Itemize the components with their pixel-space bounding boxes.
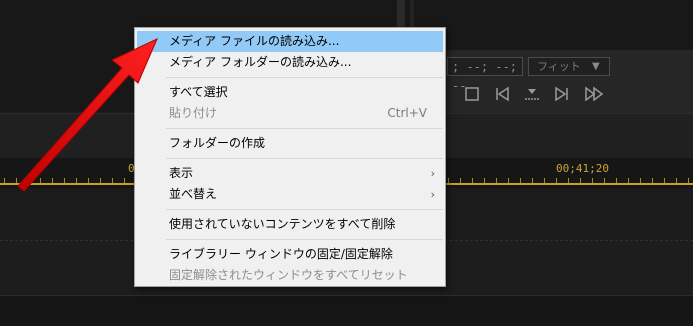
menu-item-label: ライブラリー ウィンドウの固定/固定解除 — [169, 247, 393, 261]
submenu-arrow-icon: › — [430, 188, 435, 201]
ruler-tick — [628, 178, 629, 183]
menu-item-label: 表示 — [169, 166, 194, 180]
mark-icon[interactable] — [522, 84, 542, 104]
ruler-tick — [508, 178, 509, 183]
ruler-tick — [16, 178, 17, 183]
ruler-tick — [568, 178, 569, 183]
ruler-tick — [592, 178, 593, 183]
status-bar — [0, 295, 693, 326]
ruler-tick — [640, 178, 641, 183]
ruler-tick — [76, 178, 77, 183]
ruler-tick — [4, 178, 5, 183]
menu-item-reset-undocked-windows[interactable]: 固定解除されたウィンドウをすべてリセット — [137, 265, 443, 286]
stop-icon[interactable] — [462, 84, 482, 104]
ruler-tick — [664, 178, 665, 183]
panel-divider[interactable] — [397, 0, 405, 30]
ruler-tick — [112, 178, 113, 183]
previous-frame-icon[interactable] — [492, 84, 512, 104]
menu-item-paste[interactable]: 貼り付け Ctrl+V — [137, 103, 443, 124]
ruler-tick — [688, 178, 689, 183]
menu-item-label: 使用されていないコンテンツをすべて削除 — [169, 217, 396, 231]
submenu-arrow-icon: › — [430, 167, 435, 180]
ruler-tick — [472, 178, 473, 183]
ruler-tick — [448, 178, 449, 183]
ruler-tick — [652, 178, 653, 183]
ruler-tick — [460, 178, 461, 183]
menu-item-label: すべて選択 — [169, 85, 228, 99]
menu-item-label: 並べ替え — [169, 187, 218, 201]
timecode-display[interactable]: ; --; --; -- — [447, 57, 523, 93]
menu-item-label: メディア フォルダーの読み込み... — [169, 55, 352, 69]
ruler-tick — [604, 178, 605, 183]
menu-item-view[interactable]: 表示 › — [137, 163, 443, 184]
ruler-tick — [544, 178, 545, 183]
ruler-tick — [124, 178, 125, 183]
ruler-tick — [556, 178, 557, 183]
menu-item-import-media-file[interactable]: メディア ファイルの読み込み... — [137, 31, 443, 52]
menu-separator — [166, 239, 443, 240]
fast-forward-icon[interactable] — [584, 84, 604, 104]
menu-separator — [166, 209, 443, 210]
ruler-tick — [616, 178, 617, 183]
shortcut-label: Ctrl+V — [387, 106, 427, 120]
ruler-tick — [88, 178, 89, 183]
menu-item-sort[interactable]: 並べ替え › — [137, 184, 443, 205]
menu-item-delete-unused[interactable]: 使用されていないコンテンツをすべて削除 — [137, 214, 443, 235]
menu-item-dock-undock-library[interactable]: ライブラリー ウィンドウの固定/固定解除 — [137, 244, 443, 265]
menu-item-create-folder[interactable]: フォルダーの作成 — [137, 133, 443, 154]
ruler-tick — [496, 178, 497, 183]
ruler-tick — [40, 178, 41, 183]
ruler-tick — [52, 178, 53, 183]
ruler-tick — [28, 178, 29, 183]
ruler-tick — [676, 178, 677, 183]
context-menu: メディア ファイルの読み込み... メディア フォルダーの読み込み... すべて… — [134, 27, 446, 287]
menu-item-label: 固定解除されたウィンドウをすべてリセット — [169, 268, 408, 282]
menu-item-import-media-folder[interactable]: メディア フォルダーの読み込み... — [137, 52, 443, 73]
ruler-tick — [100, 178, 101, 183]
ruler-tick — [484, 178, 485, 183]
ruler-tick — [520, 178, 521, 183]
ruler-tick — [580, 178, 581, 183]
menu-separator — [166, 77, 443, 78]
chevron-down-icon: ▼ — [592, 61, 600, 72]
menu-item-select-all[interactable]: すべて選択 — [137, 82, 443, 103]
menu-item-label: 貼り付け — [169, 106, 218, 120]
menu-item-label: メディア ファイルの読み込み... — [169, 34, 340, 48]
ruler-tick — [532, 178, 533, 183]
ruler-timecode: 00;41;20 — [556, 162, 609, 175]
menu-item-label: フォルダーの作成 — [169, 136, 266, 150]
next-frame-icon[interactable] — [552, 84, 572, 104]
menu-separator — [166, 128, 443, 129]
menu-separator — [166, 158, 443, 159]
ruler-tick — [64, 178, 65, 183]
